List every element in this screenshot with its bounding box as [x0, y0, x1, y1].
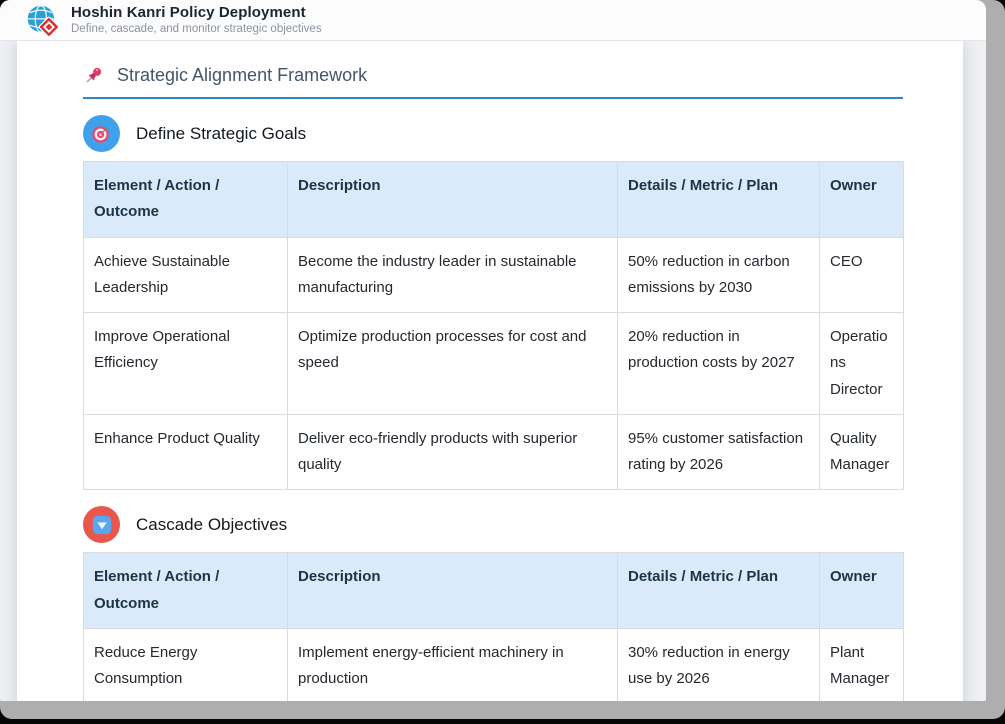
column-header: Details / Metric / Plan	[618, 553, 820, 629]
table-cell: Reduce Energy Consumption	[84, 628, 288, 701]
app-title: Hoshin Kanri Policy Deployment	[71, 4, 322, 22]
heading-rule	[83, 97, 903, 99]
table-cell: Quality Manager	[820, 414, 904, 490]
section-header: Cascade Objectives	[83, 506, 923, 543]
table-cell: 95% customer satisfaction rating by 2026	[618, 414, 820, 490]
table-header-row: Element / Action / OutcomeDescriptionDet…	[84, 162, 904, 238]
down-arrow-icon	[83, 506, 120, 543]
content-card: Strategic Alignment Framework Define Str…	[17, 41, 963, 701]
table-row: Achieve Sustainable LeadershipBecome the…	[84, 237, 904, 313]
table-cell: 30% reduction in energy use by 2026	[618, 628, 820, 701]
section-title: Cascade Objectives	[136, 515, 287, 535]
column-header: Element / Action / Outcome	[84, 162, 288, 238]
section-header: Define Strategic Goals	[83, 115, 923, 152]
table-cell: 50% reduction in carbon emissions by 203…	[618, 237, 820, 313]
window-frame: Hoshin Kanri Policy Deployment Define, c…	[0, 0, 1005, 719]
app-subtitle: Define, cascade, and monitor strategic o…	[71, 22, 322, 36]
table-cell: Deliver eco-friendly products with super…	[288, 414, 618, 490]
table-cell: Achieve Sustainable Leadership	[84, 237, 288, 313]
table-cell: CEO	[820, 237, 904, 313]
app-header: Hoshin Kanri Policy Deployment Define, c…	[0, 0, 986, 41]
page-background: Strategic Alignment Framework Define Str…	[0, 41, 986, 701]
table-cell: Optimize production processes for cost a…	[288, 313, 618, 415]
target-icon	[83, 115, 120, 152]
column-header: Element / Action / Outcome	[84, 553, 288, 629]
table-cell: Improve Operational Efficiency	[84, 313, 288, 415]
column-header: Description	[288, 553, 618, 629]
column-header: Description	[288, 162, 618, 238]
table-cell: Operations Director	[820, 313, 904, 415]
sections-container: Define Strategic Goals Element / Action /…	[83, 115, 923, 701]
section-define-strategic-goals: Define Strategic Goals Element / Action /…	[83, 115, 923, 490]
app-title-block: Hoshin Kanri Policy Deployment Define, c…	[71, 4, 322, 36]
app-logo-globe-icon	[26, 4, 60, 38]
page-heading: Strategic Alignment Framework	[83, 63, 923, 97]
page-title: Strategic Alignment Framework	[117, 63, 367, 87]
table-row: Reduce Energy ConsumptionImplement energ…	[84, 628, 904, 701]
table-row: Improve Operational EfficiencyOptimize p…	[84, 313, 904, 415]
column-header: Owner	[820, 553, 904, 629]
pushpin-icon	[83, 65, 104, 86]
section-cascade-objectives: Cascade Objectives Element / Action / Out…	[83, 506, 923, 701]
section-table: Element / Action / OutcomeDescriptionDet…	[83, 161, 904, 490]
table-cell: Implement energy-efficient machinery in …	[288, 628, 618, 701]
table-cell: Become the industry leader in sustainabl…	[288, 237, 618, 313]
column-header: Owner	[820, 162, 904, 238]
column-header: Details / Metric / Plan	[618, 162, 820, 238]
table-header-row: Element / Action / OutcomeDescriptionDet…	[84, 553, 904, 629]
section-table: Element / Action / OutcomeDescriptionDet…	[83, 552, 904, 701]
app-window: Hoshin Kanri Policy Deployment Define, c…	[0, 0, 986, 701]
table-cell: Enhance Product Quality	[84, 414, 288, 490]
table-row: Enhance Product QualityDeliver eco-frien…	[84, 414, 904, 490]
table-cell: Plant Manager	[820, 628, 904, 701]
table-cell: 20% reduction in production costs by 202…	[618, 313, 820, 415]
section-title: Define Strategic Goals	[136, 124, 306, 144]
